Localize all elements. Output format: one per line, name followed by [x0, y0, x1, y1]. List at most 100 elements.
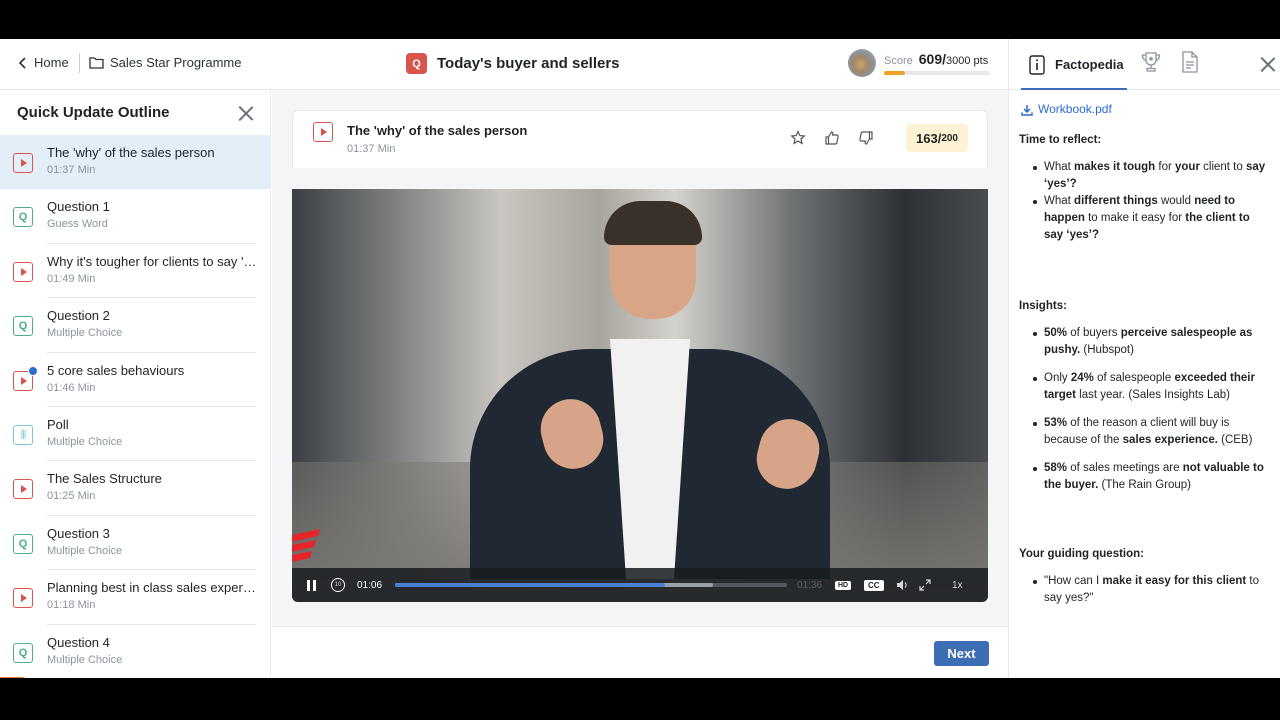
poll-icon: ||| — [13, 424, 33, 445]
current-time: 01:06 — [357, 579, 383, 591]
breadcrumb-programme-label: Sales Star Programme — [110, 55, 242, 70]
outline-item-subtitle: 01:25 Min — [47, 490, 96, 503]
score-widget: Score 609/3000 pts — [848, 49, 990, 77]
video-icon — [313, 122, 333, 142]
seek-played — [395, 583, 666, 587]
breadcrumb-programme[interactable]: Sales Star Programme — [89, 55, 242, 70]
info-doc-icon — [1029, 54, 1045, 75]
outline-title: Quick Update Outline — [17, 104, 170, 121]
captions-toggle[interactable]: CC — [864, 568, 884, 602]
brand-logo-icon — [292, 529, 320, 562]
outline-list: The 'why' of the sales person 01:37 Min Q Q… — [0, 135, 270, 678]
lesson-area: The 'why' of the sales person 01:37 Min … — [272, 90, 1008, 678]
workbook-link[interactable]: Workbook.pdf — [1021, 101, 1271, 118]
reflect-item: What makes it tough for your client to s… — [1033, 159, 1271, 193]
outline-item-title: Question 4 — [47, 634, 110, 650]
close-outline-icon[interactable] — [238, 105, 254, 121]
trophy-icon[interactable] — [1140, 51, 1162, 78]
completed-check-icon — [28, 365, 38, 376]
panel-tabs: Factopedia — [1009, 39, 1280, 90]
lesson-header-card: The 'why' of the sales person 01:37 Min … — [292, 110, 988, 168]
outline-item-title: 5 core sales behaviours — [47, 362, 185, 378]
lesson-title: The 'why' of the sales person — [347, 123, 528, 138]
factopedia-panel: Factopedia Workbook.pdf Time to reflect:… — [1008, 39, 1280, 678]
close-panel-icon[interactable] — [1260, 56, 1276, 72]
reflect-item: What different things would need to happ… — [1033, 193, 1271, 244]
reflect-list: What makes it tough for your client to s… — [1019, 159, 1271, 244]
page-title-group: Q Today's buyer and sellers — [406, 53, 620, 74]
download-icon — [1021, 104, 1033, 116]
insight-item: 58% of sales meetings are not valuable t… — [1033, 460, 1271, 494]
outline-item-title: Poll — [47, 416, 69, 432]
outline-item-subtitle: Guess Word — [47, 218, 108, 231]
outline-item-subtitle: Multiple Choice — [47, 327, 123, 340]
tab-factopedia[interactable]: Factopedia — [1029, 39, 1124, 90]
star-icon[interactable] — [789, 129, 807, 147]
total-time: 01:36 — [797, 579, 823, 591]
thumbs-up-icon[interactable] — [823, 129, 841, 147]
score-progress-bar — [884, 71, 990, 75]
app-frame: Home Sales Star Programme Q Today's buye… — [0, 39, 1280, 678]
outline-item[interactable]: Why it's tougher for clients to say 'y..… — [0, 244, 270, 299]
insight-item: 50% of buyers perceive salespeople as pu… — [1033, 325, 1271, 359]
outline-item[interactable]: The 'why' of the sales person 01:37 Min — [0, 135, 270, 190]
playback-speed[interactable]: 1x — [952, 568, 963, 602]
outline-item-title: Question 3 — [47, 525, 110, 541]
outline-item[interactable]: ||| Poll Multiple Choice — [0, 407, 270, 462]
workbook-label: Workbook.pdf — [1038, 102, 1112, 116]
hd-toggle[interactable]: HD — [835, 568, 852, 602]
outline-item-title: Planning best in class sales experie... — [47, 580, 257, 596]
outline-item[interactable]: Q Question 4 Multiple Choice — [0, 625, 270, 678]
outline-item[interactable]: Q Question 1 Guess Word — [0, 189, 270, 245]
lesson-footer: Next — [272, 626, 1008, 678]
page-title: Today's buyer and sellers — [437, 55, 620, 72]
score-progress-fill — [884, 71, 906, 75]
outline-item-subtitle: 01:37 Min — [47, 164, 96, 176]
outline-item[interactable]: Q Question 3 Multiple Choice — [0, 516, 270, 571]
outline-item-subtitle: 01:18 Min — [47, 599, 96, 612]
video-icon — [13, 153, 33, 173]
video-player[interactable]: 10 01:06 01:36 HD CC 1x — [292, 168, 988, 602]
hd-label: HD — [835, 580, 852, 590]
cc-label: CC — [864, 579, 884, 591]
outline-item[interactable]: 5 core sales behaviours 01:46 Min — [0, 353, 270, 408]
pause-icon[interactable] — [304, 568, 318, 602]
factopedia-content: Workbook.pdf Time to reflect: What makes… — [1019, 101, 1271, 607]
outline-item[interactable]: Planning best in class sales experie... 0… — [0, 570, 270, 625]
seek-bar[interactable] — [395, 583, 787, 587]
outline-item-subtitle: Multiple Choice — [47, 544, 123, 557]
points-value: 163/ — [916, 130, 942, 146]
active-tab-indicator — [1021, 88, 1127, 90]
notes-document-icon[interactable] — [1181, 51, 1199, 78]
score-value: 609/3000 pts — [918, 51, 989, 67]
speaker-hair — [604, 201, 702, 245]
score-max: 3000 pts — [946, 55, 989, 67]
outline-item-subtitle: Multiple Choice — [47, 653, 123, 666]
avatar[interactable] — [848, 49, 876, 77]
guiding-list: "How can I make it easy for this client … — [1019, 573, 1271, 607]
outline-item[interactable]: Q Question 2 Multiple Choice — [0, 298, 270, 353]
next-button[interactable]: Next — [934, 641, 989, 666]
video-icon — [13, 261, 33, 282]
rewind-10-icon[interactable]: 10 — [330, 568, 346, 602]
thumbs-down-icon[interactable] — [857, 129, 875, 147]
video-controls: 10 01:06 01:36 HD CC 1x — [292, 568, 988, 602]
outline-item-subtitle: 01:46 Min — [47, 381, 96, 394]
guiding-item: "How can I make it easy for this client … — [1033, 573, 1271, 607]
outline-panel: Quick Update Outline The 'why' of the sa… — [0, 90, 271, 678]
outline-item[interactable]: The Sales Structure 01:25 Min — [0, 461, 270, 517]
breadcrumb-home[interactable]: Home — [18, 55, 69, 70]
question-icon: Q — [13, 207, 33, 228]
video-frame[interactable]: 10 01:06 01:36 HD CC 1x — [292, 189, 988, 602]
question-icon: Q — [13, 316, 33, 337]
fullscreen-icon[interactable] — [918, 568, 932, 602]
score-label: Score — [884, 55, 913, 67]
insight-item: Only 24% of salespeople exceeded their t… — [1033, 370, 1271, 404]
outline-item-title: Question 2 — [47, 308, 110, 324]
volume-icon[interactable] — [895, 568, 909, 602]
tab-factopedia-label: Factopedia — [1055, 57, 1124, 72]
reflect-heading: Time to reflect: — [1019, 134, 1102, 146]
lesson-duration: 01:37 Min — [347, 143, 396, 155]
outline-item-title: Question 1 — [47, 199, 110, 215]
outline-item-title: Why it's tougher for clients to say 'y..… — [47, 253, 257, 269]
